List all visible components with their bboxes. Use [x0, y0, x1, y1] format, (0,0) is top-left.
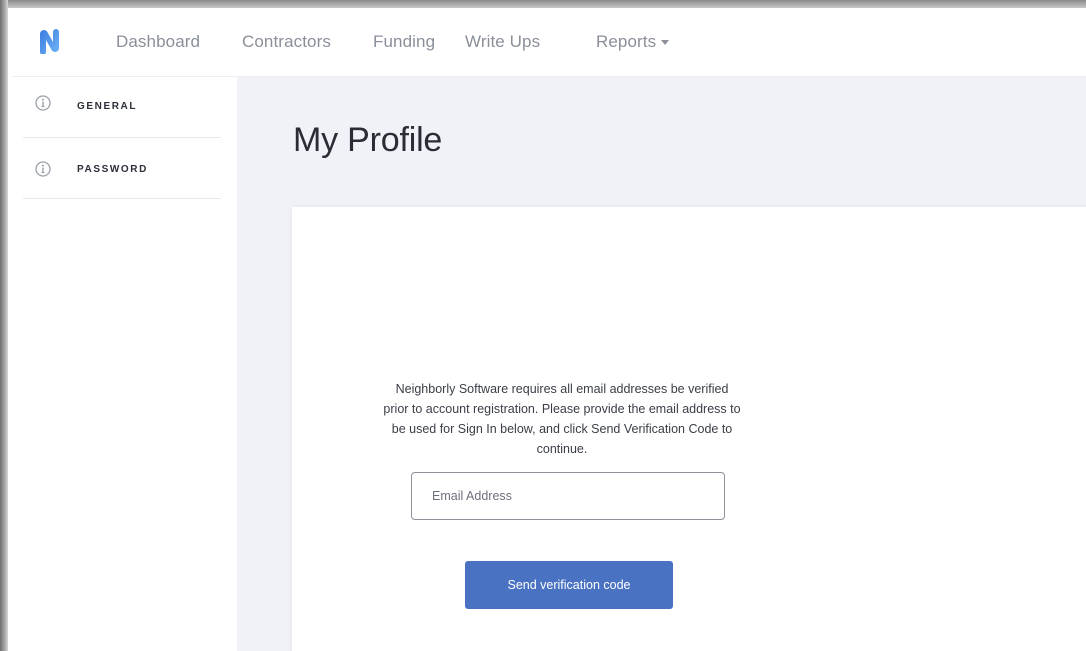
info-icon: [35, 161, 51, 177]
screenshot-frame: Dashboard Contractors Funding Write Ups …: [0, 0, 1086, 651]
window-edge-left: [0, 0, 8, 651]
profile-card: Neighborly Software requires all email a…: [292, 207, 1086, 651]
nav-funding[interactable]: Funding: [373, 32, 435, 52]
sidebar: GENERAL PASSWORD: [12, 77, 237, 651]
nav-contractors[interactable]: Contractors: [242, 32, 331, 52]
app-window: Dashboard Contractors Funding Write Ups …: [12, 12, 1086, 651]
sidebar-item-general[interactable]: GENERAL: [23, 77, 221, 138]
nav-reports-label: Reports: [596, 32, 657, 51]
top-navbar: Dashboard Contractors Funding Write Ups …: [12, 12, 1086, 77]
send-verification-code-button[interactable]: Send verification code: [465, 561, 673, 609]
nav-dashboard[interactable]: Dashboard: [116, 32, 200, 52]
main-content: My Profile Neighborly Software requires …: [237, 77, 1086, 651]
sidebar-item-label: GENERAL: [77, 101, 138, 112]
nav-reports-dropdown[interactable]: Reports: [596, 32, 670, 52]
verification-instructions: Neighborly Software requires all email a…: [383, 382, 741, 456]
neighborly-logo-icon[interactable]: [37, 28, 63, 55]
info-icon: [35, 95, 51, 111]
caret-down-icon: [661, 40, 670, 46]
nav-write-ups[interactable]: Write Ups: [465, 32, 540, 52]
sidebar-item-label: PASSWORD: [77, 164, 148, 175]
window-edge-top: [0, 0, 1086, 8]
sidebar-item-password[interactable]: PASSWORD: [23, 138, 221, 199]
email-address-input[interactable]: [411, 472, 725, 520]
page-title: My Profile: [293, 121, 443, 159]
